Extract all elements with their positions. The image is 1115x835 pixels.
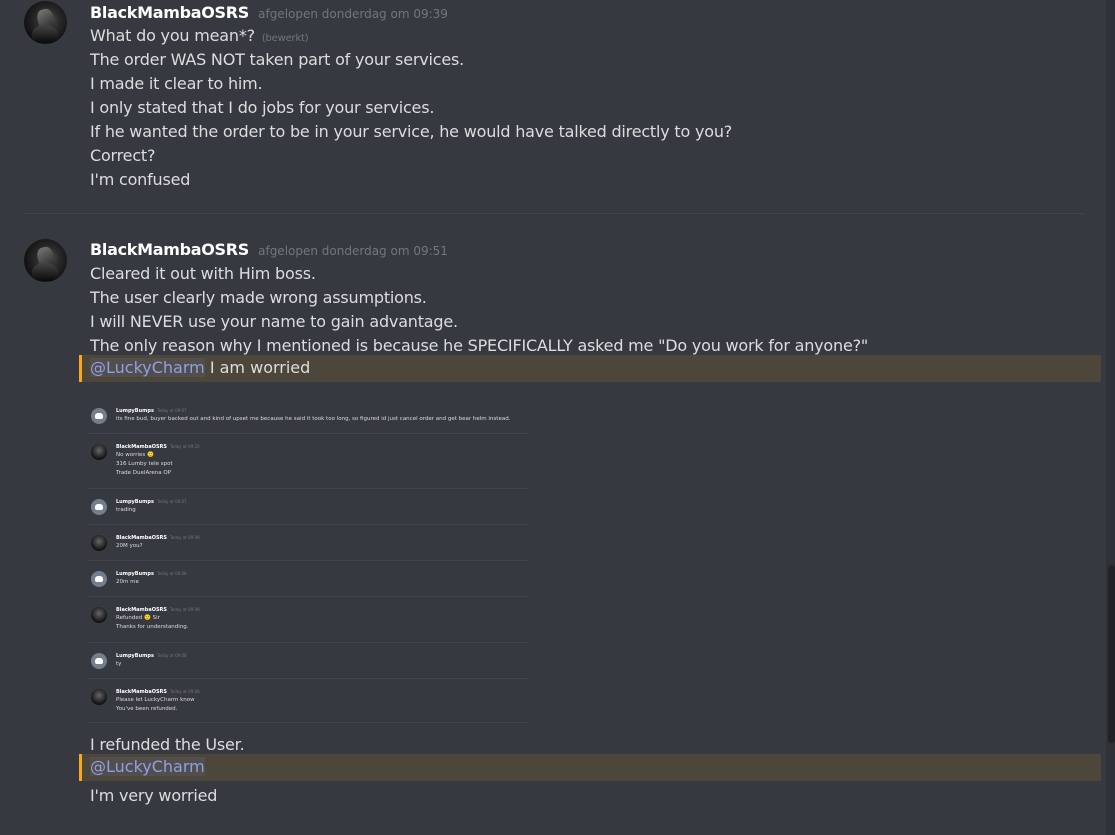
message-text: I am worried xyxy=(204,358,311,377)
embedded-timestamp: Today at 09:20 xyxy=(170,444,200,449)
message-line: @LuckyCharm I am worried xyxy=(90,358,310,377)
embedded-username: BlackMambaOSRS Today at 09:08 xyxy=(116,689,200,695)
embedded-message-text: 316 Lumby tele spot xyxy=(116,461,173,467)
embedded-timestamp: Today at 09:08 xyxy=(156,653,187,658)
message-line: I'm very worried xyxy=(90,786,218,805)
message-line: I made it clear to him. xyxy=(90,74,263,93)
embedded-message: LumpyBumps Today at 09:08 20m me xyxy=(88,561,528,597)
discord-logo-icon xyxy=(91,653,107,669)
message-line: I'm confused xyxy=(90,170,191,189)
embedded-timestamp: Today at 09:07 xyxy=(156,499,187,504)
message-header: BlackMambaOSRS afgelopen donderdag om 09… xyxy=(90,3,448,22)
message-line: I only stated that I do jobs for your se… xyxy=(90,98,435,117)
embedded-message-text: 20m me xyxy=(116,579,139,585)
embedded-username: LumpyBumps Today at 09:08 xyxy=(116,653,187,659)
embedded-message: LumpyBumps Today at 09:08 ty xyxy=(88,643,528,679)
mention-highlight: @LuckyCharm xyxy=(79,754,1101,781)
embedded-message-text: Refunded 🙂 Sir xyxy=(116,615,160,621)
user-avatar xyxy=(91,535,107,551)
edited-label: (bewerkt) xyxy=(261,33,309,44)
message-line: I will NEVER use your name to gain advan… xyxy=(90,312,458,331)
user-mention[interactable]: @LuckyCharm xyxy=(90,358,205,377)
message-line: Cleared it out with Him boss. xyxy=(90,264,316,283)
username[interactable]: BlackMambaOSRS xyxy=(90,3,249,22)
embedded-username: LumpyBumps Today at 09:07 xyxy=(116,408,187,414)
embedded-timestamp: Today at 09:07 xyxy=(156,408,187,413)
embedded-timestamp: Today at 09:08 xyxy=(170,607,200,612)
embedded-username: BlackMambaOSRS Today at 09:20 xyxy=(116,444,200,450)
embedded-timestamp: Today at 09:08 xyxy=(170,535,200,540)
user-avatar[interactable] xyxy=(24,1,67,44)
mention-highlight: @LuckyCharm I am worried xyxy=(79,355,1101,382)
message-line: The user clearly made wrong assumptions. xyxy=(90,288,427,307)
embedded-username-text: LumpyBumps xyxy=(116,653,154,659)
attached-screenshot[interactable]: LumpyBumps Today at 09:07 its fine bud, bu… xyxy=(88,398,528,723)
embedded-username-text: BlackMambaOSRS xyxy=(116,535,168,541)
chat-messages: BlackMambaOSRS afgelopen donderdag om 09… xyxy=(0,0,1105,835)
scrollbar-thumb[interactable] xyxy=(1108,565,1115,743)
embedded-timestamp: Today at 09:08 xyxy=(170,689,200,694)
message-divider xyxy=(24,213,1084,214)
message-text: What do you mean*? xyxy=(90,26,255,45)
embedded-message-text: its fine bud, buyer backed out and kind … xyxy=(116,416,511,422)
discord-logo-icon xyxy=(91,499,107,515)
message-line: Correct? xyxy=(90,146,156,165)
embedded-message-text: ty xyxy=(116,661,122,667)
timestamp: afgelopen donderdag om 09:51 xyxy=(258,244,448,258)
embedded-timestamp: Today at 09:08 xyxy=(156,571,187,576)
message-line: The order WAS NOT taken part of your ser… xyxy=(90,50,464,69)
user-avatar xyxy=(91,444,107,460)
embedded-username-text: LumpyBumps xyxy=(116,499,154,505)
embedded-message: BlackMambaOSRS Today at 09:08 Refunded 🙂 S… xyxy=(88,597,528,643)
embedded-username: BlackMambaOSRS Today at 09:08 xyxy=(116,607,200,613)
timestamp: afgelopen donderdag om 09:39 xyxy=(258,7,448,21)
embedded-message-text: You've been refunded. xyxy=(116,706,178,712)
embedded-message-text: 20M you? xyxy=(116,543,143,549)
embedded-message-text: Trade DuelArena OP xyxy=(116,470,171,476)
message-header: BlackMambaOSRS afgelopen donderdag om 09… xyxy=(90,240,448,259)
user-avatar xyxy=(91,689,107,705)
embedded-username-text: LumpyBumps xyxy=(116,408,154,414)
embedded-username-text: BlackMambaOSRS xyxy=(116,607,168,613)
embedded-username: BlackMambaOSRS Today at 09:08 xyxy=(116,535,200,541)
embedded-message: LumpyBumps Today at 09:07 trading xyxy=(88,489,528,525)
discord-logo-icon xyxy=(91,408,107,424)
username[interactable]: BlackMambaOSRS xyxy=(90,240,249,259)
embedded-username: LumpyBumps Today at 09:08 xyxy=(116,571,187,577)
user-avatar xyxy=(91,607,107,623)
message-line: The only reason why I mentioned is becau… xyxy=(90,336,869,355)
embedded-username-text: LumpyBumps xyxy=(116,571,154,577)
message-line: What do you mean*? (bewerkt) xyxy=(90,26,309,45)
user-avatar[interactable] xyxy=(24,239,67,282)
embedded-message-text: No worries 🙂 xyxy=(116,452,154,458)
embedded-username-text: BlackMambaOSRS xyxy=(116,689,168,695)
embedded-message: LumpyBumps Today at 09:07 its fine bud, bu… xyxy=(88,398,528,434)
embedded-message: BlackMambaOSRS Today at 09:20 No worries 🙂… xyxy=(88,434,528,489)
embedded-message-text: Thanks for understanding. xyxy=(116,624,189,630)
embedded-message-text: trading xyxy=(116,507,136,513)
message-line: If he wanted the order to be in your ser… xyxy=(90,122,733,141)
embedded-message: BlackMambaOSRS Today at 09:08 20M you? xyxy=(88,525,528,561)
message-line: I refunded the User. xyxy=(90,735,245,754)
discord-logo-icon xyxy=(91,571,107,587)
embedded-username-text: BlackMambaOSRS xyxy=(116,444,168,450)
scrollbar-track[interactable] xyxy=(1106,0,1115,835)
embedded-divider xyxy=(88,722,528,723)
embedded-username: LumpyBumps Today at 09:07 xyxy=(116,499,187,505)
user-mention[interactable]: @LuckyCharm xyxy=(90,757,205,776)
embedded-message: BlackMambaOSRS Today at 09:08 Please let L… xyxy=(88,679,528,723)
message-line: @LuckyCharm xyxy=(90,757,205,776)
embedded-message-text: Please let LuckyCharm know xyxy=(116,697,195,703)
